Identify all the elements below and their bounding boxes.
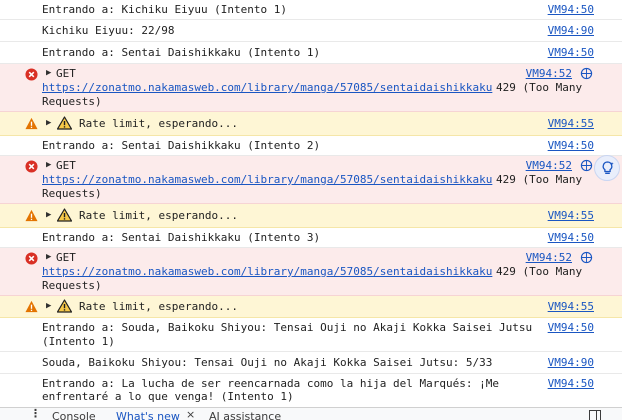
log-message: Entrando a: Kichiku Eiyuu (Intento 1) — [42, 3, 287, 17]
console-error-row: ▶ GET VM94:52 https://zonatmo.nakamasweb… — [0, 64, 622, 112]
warning-emoji-icon — [57, 116, 72, 130]
console-log-row: Entrando a: Souda, Baikoku Shiyou: Tensa… — [0, 318, 622, 352]
console-warning-row: ▶ Rate limit, esperando... VM94:55 — [0, 204, 622, 228]
status-text: 429 (Too Many — [496, 265, 582, 279]
console-log-row: Entrando a: Sentai Daishikkaku (Intento … — [0, 42, 622, 64]
source-link[interactable]: VM94:55 — [548, 300, 594, 314]
error-icon — [25, 160, 38, 173]
network-globe-icon[interactable] — [580, 67, 593, 80]
close-tab-icon[interactable]: × — [186, 409, 195, 420]
network-globe-icon[interactable] — [580, 159, 593, 172]
source-link[interactable]: VM94:55 — [548, 209, 594, 223]
request-url[interactable]: https://zonatmo.nakamasweb.com/library/m… — [42, 173, 492, 187]
expand-triangle-icon[interactable]: ▶ — [46, 69, 51, 78]
expand-triangle-icon[interactable]: ▶ — [46, 211, 51, 220]
log-message: Souda, Baikoku Shiyou: Tensai Ouji no Ak… — [42, 356, 492, 370]
source-link[interactable]: VM94:52 — [526, 251, 572, 265]
console-error-row: ▶ GET VM94:52 https://zonatmo.nakamasweb… — [0, 248, 622, 296]
source-link[interactable]: VM94:52 — [526, 159, 572, 173]
expand-triangle-icon[interactable]: ▶ — [46, 302, 51, 311]
drawer-menu-icon[interactable]: ⋮ — [30, 409, 33, 419]
error-icon — [25, 68, 38, 81]
console-warning-row: ▶ Rate limit, esperando... VM94:55 — [0, 112, 622, 136]
console-log-row: Entrando a: Kichiku Eiyuu (Intento 1) VM… — [0, 0, 622, 20]
log-message-continued: (Intento 1) — [42, 335, 115, 349]
request-url[interactable]: https://zonatmo.nakamasweb.com/library/m… — [42, 81, 492, 95]
status-text: 429 (Too Many — [496, 81, 582, 95]
console-error-row: ▶ GET VM94:52 https://zonatmo.nakamasweb… — [0, 156, 622, 204]
network-globe-icon[interactable] — [580, 251, 593, 264]
log-message-continued: enfrentaré a lo que venga! (Intento 1) — [42, 390, 294, 404]
warning-icon — [25, 300, 38, 313]
source-link[interactable]: VM94:90 — [548, 24, 594, 38]
console-log-row: Entrando a: Sentai Daishikkaku (Intento … — [0, 228, 622, 248]
console-warning-row: ▶ Rate limit, esperando... VM94:55 — [0, 296, 622, 318]
lightbulb-icon — [601, 161, 614, 176]
source-link[interactable]: VM94:50 — [548, 46, 594, 60]
status-text-continued: Requests) — [42, 279, 102, 293]
expand-triangle-icon[interactable]: ▶ — [46, 119, 51, 128]
console-log-row: Entrando a: La lucha de ser reencarnada … — [0, 374, 622, 407]
log-message: Entrando a: La lucha de ser reencarnada … — [42, 377, 499, 391]
source-link[interactable]: VM94:90 — [548, 356, 594, 370]
source-link[interactable]: VM94:55 — [548, 117, 594, 131]
drawer-tab-bar: ⋮ Console What's new × AI assistance — [0, 407, 622, 420]
request-method: GET — [56, 159, 76, 173]
warning-message: Rate limit, esperando... — [79, 209, 238, 223]
request-url[interactable]: https://zonatmo.nakamasweb.com/library/m… — [42, 265, 492, 279]
source-link[interactable]: VM94:50 — [548, 139, 594, 153]
console-log-row: Entrando a: Sentai Daishikkaku (Intento … — [0, 136, 622, 156]
request-method: GET — [56, 67, 76, 81]
console-log-row: Souda, Baikoku Shiyou: Tensai Ouji no Ak… — [0, 352, 622, 374]
warning-icon — [25, 209, 38, 222]
console-panel: Entrando a: Kichiku Eiyuu (Intento 1) VM… — [0, 0, 622, 407]
warning-message: Rate limit, esperando... — [79, 117, 238, 131]
source-link[interactable]: VM94:50 — [548, 231, 594, 245]
log-message: Entrando a: Sentai Daishikkaku (Intento … — [42, 139, 320, 153]
status-text-continued: Requests) — [42, 95, 102, 109]
console-log-row: Kichiku Eiyuu: 22/98 VM94:90 — [0, 20, 622, 42]
warning-emoji-icon — [57, 208, 72, 222]
expand-triangle-icon[interactable]: ▶ — [46, 253, 51, 262]
warning-icon — [25, 117, 38, 130]
source-link[interactable]: VM94:52 — [526, 67, 572, 81]
status-text-continued: Requests) — [42, 187, 102, 201]
log-message: Entrando a: Sentai Daishikkaku (Intento … — [42, 46, 320, 60]
error-icon — [25, 252, 38, 265]
log-message: Entrando a: Sentai Daishikkaku (Intento … — [42, 231, 320, 245]
log-message: Entrando a: Souda, Baikoku Shiyou: Tensa… — [42, 321, 532, 335]
log-message: Kichiku Eiyuu: 22/98 — [42, 24, 174, 38]
warning-emoji-icon — [57, 299, 72, 313]
status-text: 429 (Too Many — [496, 173, 582, 187]
source-link[interactable]: VM94:50 — [548, 377, 594, 391]
source-link[interactable]: VM94:50 — [548, 321, 594, 335]
ai-insights-lightbulb-button[interactable] — [594, 155, 620, 181]
source-link[interactable]: VM94:50 — [548, 3, 594, 17]
expand-triangle-icon[interactable]: ▶ — [46, 161, 51, 170]
warning-message: Rate limit, esperando... — [79, 300, 238, 314]
request-method: GET — [56, 251, 76, 265]
